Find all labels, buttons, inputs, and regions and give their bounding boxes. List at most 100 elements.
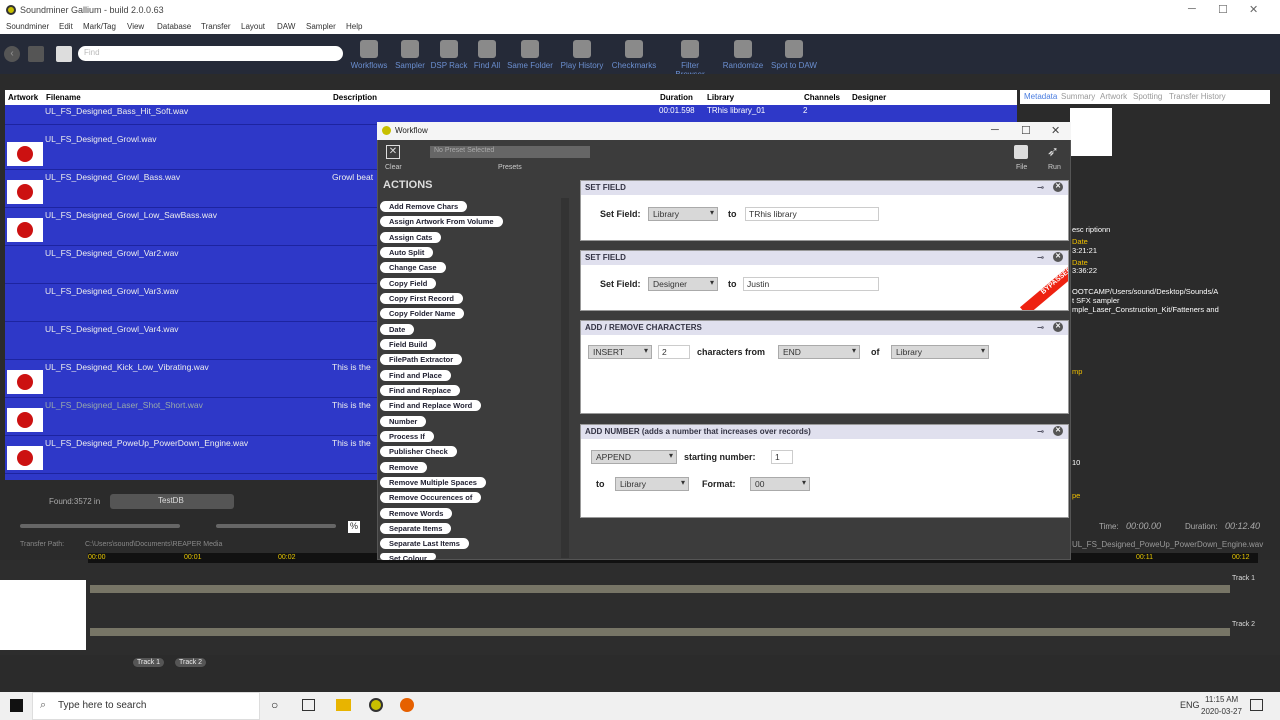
action-item[interactable]: Copy Folder Name <box>380 308 465 319</box>
remove-card-icon[interactable]: ✕ <box>1053 322 1063 332</box>
action-item[interactable]: Remove Multiple Spaces <box>380 477 486 488</box>
action-item[interactable]: Find and Place <box>380 370 451 381</box>
back-icon[interactable]: ‹ <box>4 46 20 62</box>
action-item[interactable]: Field Build <box>380 339 437 350</box>
action-item[interactable]: Auto Split <box>380 247 434 258</box>
value-input[interactable]: TRhis library <box>745 207 879 221</box>
randomize-button[interactable]: Randomize <box>719 40 767 70</box>
tab-artwork[interactable]: Artwork <box>1100 92 1127 101</box>
col-artwork[interactable]: Artwork <box>8 93 38 102</box>
starting-number-input[interactable]: 1 <box>771 450 793 464</box>
action-item[interactable]: Assign Cats <box>380 232 442 243</box>
file-explorer-icon[interactable] <box>336 699 351 711</box>
workflow-close-icon[interactable]: ✕ <box>1051 124 1060 137</box>
action-item[interactable]: Find and Replace <box>380 385 461 396</box>
waveform-view[interactable]: Track 1 Track 2 <box>0 560 1280 655</box>
save-file-icon[interactable] <box>1014 145 1028 159</box>
field-select[interactable]: Library <box>615 477 689 491</box>
tab-summary[interactable]: Summary <box>1061 92 1095 101</box>
action-item[interactable]: Set Colour <box>380 553 436 560</box>
field-select[interactable]: Library <box>648 207 718 221</box>
notification-icon[interactable] <box>1250 699 1263 711</box>
action-item[interactable]: Date <box>380 324 415 335</box>
track-1-button[interactable]: Track 1 <box>133 658 165 667</box>
cortana-icon[interactable]: ○ <box>271 698 278 712</box>
pin-icon[interactable]: ⊸ <box>1037 427 1044 436</box>
action-item[interactable]: Separate Items <box>380 523 452 534</box>
action-item[interactable]: Find and Replace Word <box>380 400 482 411</box>
same-folder-button[interactable]: Same Folder <box>506 40 554 70</box>
col-designer[interactable]: Designer <box>852 93 886 102</box>
maximize-icon[interactable]: ☐ <box>1218 3 1228 16</box>
menu-view[interactable]: View <box>127 22 144 31</box>
action-item[interactable]: Copy Field <box>380 278 437 289</box>
action-item[interactable]: Separate Last Items <box>380 538 469 549</box>
action-item[interactable]: Publisher Check <box>380 446 457 457</box>
task-view-icon[interactable] <box>302 699 315 711</box>
position-select[interactable]: END <box>778 345 860 359</box>
find-all-button[interactable]: Find All <box>463 40 511 70</box>
menu-database[interactable]: Database <box>157 22 191 31</box>
menu-transfer[interactable]: Transfer <box>201 22 231 31</box>
close-icon[interactable]: ✕ <box>1249 3 1258 16</box>
action-item[interactable]: Remove Words <box>380 508 453 519</box>
speed-slider[interactable] <box>216 524 336 528</box>
windows-start-icon[interactable] <box>10 699 23 712</box>
menu-layout[interactable]: Layout <box>241 22 265 31</box>
col-duration[interactable]: Duration <box>660 93 693 102</box>
menu-edit[interactable]: Edit <box>59 22 73 31</box>
menu-sampler[interactable]: Sampler <box>306 22 336 31</box>
action-item[interactable]: Copy First Record <box>380 293 464 304</box>
mode-select[interactable]: APPEND <box>591 450 677 464</box>
menu-soundminer[interactable]: Soundminer <box>6 22 49 31</box>
clear-icon[interactable]: ✕ <box>386 145 400 159</box>
action-item[interactable]: Add Remove Chars <box>380 201 468 212</box>
firefox-icon[interactable] <box>400 698 414 712</box>
tab-spotting[interactable]: Spotting <box>1133 92 1162 101</box>
spot-to-daw-button[interactable]: Spot to DAW <box>770 40 818 70</box>
soundminer-taskbar-icon[interactable] <box>369 698 383 712</box>
preset-select[interactable]: No Preset Selected <box>430 146 590 158</box>
workflow-minimize-icon[interactable]: ─ <box>991 124 999 136</box>
action-item[interactable]: Process If <box>380 431 434 442</box>
database-select[interactable]: TestDB <box>110 494 234 509</box>
search-icon[interactable] <box>56 46 72 62</box>
pin-icon[interactable]: ⊸ <box>1037 323 1044 332</box>
tab-transfer-history[interactable]: Transfer History <box>1169 92 1226 101</box>
tab-metadata[interactable]: Metadata <box>1024 92 1057 101</box>
pin-icon[interactable]: ⊸ <box>1037 253 1044 262</box>
action-item[interactable]: Remove <box>380 462 428 473</box>
track-2-button[interactable]: Track 2 <box>175 658 207 667</box>
field-select[interactable]: Designer <box>648 277 718 291</box>
percent-button[interactable]: % <box>348 521 360 533</box>
workflow-maximize-icon[interactable]: ☐ <box>1021 124 1031 137</box>
remove-card-icon[interactable]: ✕ <box>1053 252 1063 262</box>
action-item[interactable]: FilePath Extractor <box>380 354 463 365</box>
col-description[interactable]: Description <box>333 93 377 102</box>
actions-scrollbar[interactable] <box>561 198 569 558</box>
col-channels[interactable]: Channels <box>804 93 840 102</box>
minimize-icon[interactable]: ─ <box>1188 3 1196 15</box>
col-filename[interactable]: Filename <box>46 93 81 102</box>
format-select[interactable]: 00 <box>750 477 810 491</box>
remove-card-icon[interactable]: ✕ <box>1053 426 1063 436</box>
run-icon[interactable]: ➶ <box>1047 143 1059 160</box>
remove-card-icon[interactable]: ✕ <box>1053 182 1063 192</box>
search-input[interactable]: Find <box>78 46 343 61</box>
volume-slider[interactable] <box>20 524 180 528</box>
action-item[interactable]: Assign Artwork From Volume <box>380 216 503 227</box>
field-select[interactable]: Library <box>891 345 989 359</box>
lock-icon[interactable] <box>28 46 44 62</box>
checkmarks-button[interactable]: Checkmarks <box>610 40 658 70</box>
mode-select[interactable]: INSERT <box>588 345 652 359</box>
menu-help[interactable]: Help <box>346 22 362 31</box>
action-item[interactable]: Remove Occurences of <box>380 492 482 503</box>
action-item[interactable]: Change Case <box>380 262 446 273</box>
menu-daw[interactable]: DAW <box>277 22 295 31</box>
count-input[interactable]: 2 <box>658 345 690 359</box>
col-library[interactable]: Library <box>707 93 734 102</box>
menu-marktag[interactable]: Mark/Tag <box>83 22 116 31</box>
value-input[interactable]: Justin <box>743 277 879 291</box>
action-item[interactable]: Number <box>380 416 427 427</box>
play-history-button[interactable]: Play History <box>558 40 606 70</box>
